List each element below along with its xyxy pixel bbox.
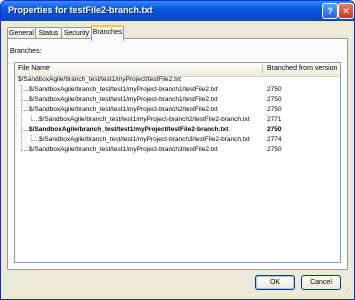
list-item[interactable]: $/SandboxAgile/branch_test/test1/myProje… bbox=[15, 95, 340, 105]
title-bar[interactable]: Properties for testFile2-branch.txt ? ✕ bbox=[1, 1, 354, 21]
list-item[interactable]: $/SandboxAgile/branch_test/test1/myProje… bbox=[15, 75, 340, 85]
list-item[interactable]: $/SandboxAgile/branch_test/test1/myProje… bbox=[15, 85, 340, 95]
file-name: $/SandboxAgile/branch_test/test1/myProje… bbox=[39, 136, 250, 143]
branches-label: Branches: bbox=[10, 48, 42, 55]
branched-version: 2750 bbox=[267, 86, 282, 93]
branched-version: 2750 bbox=[267, 146, 282, 153]
column-header-branched-from-version[interactable]: Branched from version bbox=[267, 65, 337, 72]
list-item-current[interactable]: $/SandboxAgile/branch_test/test1/myProje… bbox=[15, 125, 340, 135]
ok-button[interactable]: OK bbox=[255, 275, 295, 290]
list-item[interactable]: $/SandboxAgile/branch_test/test1/myProje… bbox=[15, 135, 340, 145]
branches-list[interactable]: File Name Branched from version $/Sandbo… bbox=[14, 62, 341, 263]
list-item[interactable]: $/SandboxAgile/branch_test/test1/myProje… bbox=[15, 105, 340, 115]
column-header-file-name[interactable]: File Name bbox=[18, 65, 50, 72]
file-name: $/SandboxAgile/branch_test/test1/myProje… bbox=[39, 116, 250, 123]
list-item[interactable]: $/SandboxAgile/branch_test/test1/myProje… bbox=[15, 115, 340, 125]
file-name: $/SandboxAgile/branch_test/test1/myProje… bbox=[29, 146, 218, 153]
branched-version: 2750 bbox=[267, 96, 282, 103]
help-button[interactable]: ? bbox=[322, 3, 338, 19]
branched-version: 2750 bbox=[267, 126, 282, 133]
list-item[interactable]: $/SandboxAgile/branch_test/test1/myProje… bbox=[15, 145, 340, 155]
file-name: $/SandboxAgile/branch_test/test1/myProje… bbox=[18, 76, 181, 83]
file-name: $/SandboxAgile/branch_test/test1/myProje… bbox=[29, 86, 218, 93]
file-name: $/SandboxAgile/branch_test/test1/myProje… bbox=[29, 126, 229, 133]
branched-version: 2750 bbox=[267, 106, 282, 113]
resize-grip-icon[interactable]: ⋰ bbox=[343, 289, 351, 297]
file-name: $/SandboxAgile/branch_test/test1/myProje… bbox=[29, 96, 218, 103]
window-title: Properties for testFile2-branch.txt bbox=[8, 5, 153, 15]
branched-version: 2774 bbox=[267, 136, 282, 143]
branched-version: 2771 bbox=[267, 116, 282, 123]
column-separator[interactable] bbox=[262, 65, 263, 74]
tab-branches[interactable]: Branches bbox=[91, 25, 124, 41]
cancel-button[interactable]: Cancel bbox=[301, 275, 341, 290]
file-name: $/SandboxAgile/branch_test/test1/myProje… bbox=[29, 106, 218, 113]
close-button[interactable]: ✕ bbox=[338, 3, 354, 19]
